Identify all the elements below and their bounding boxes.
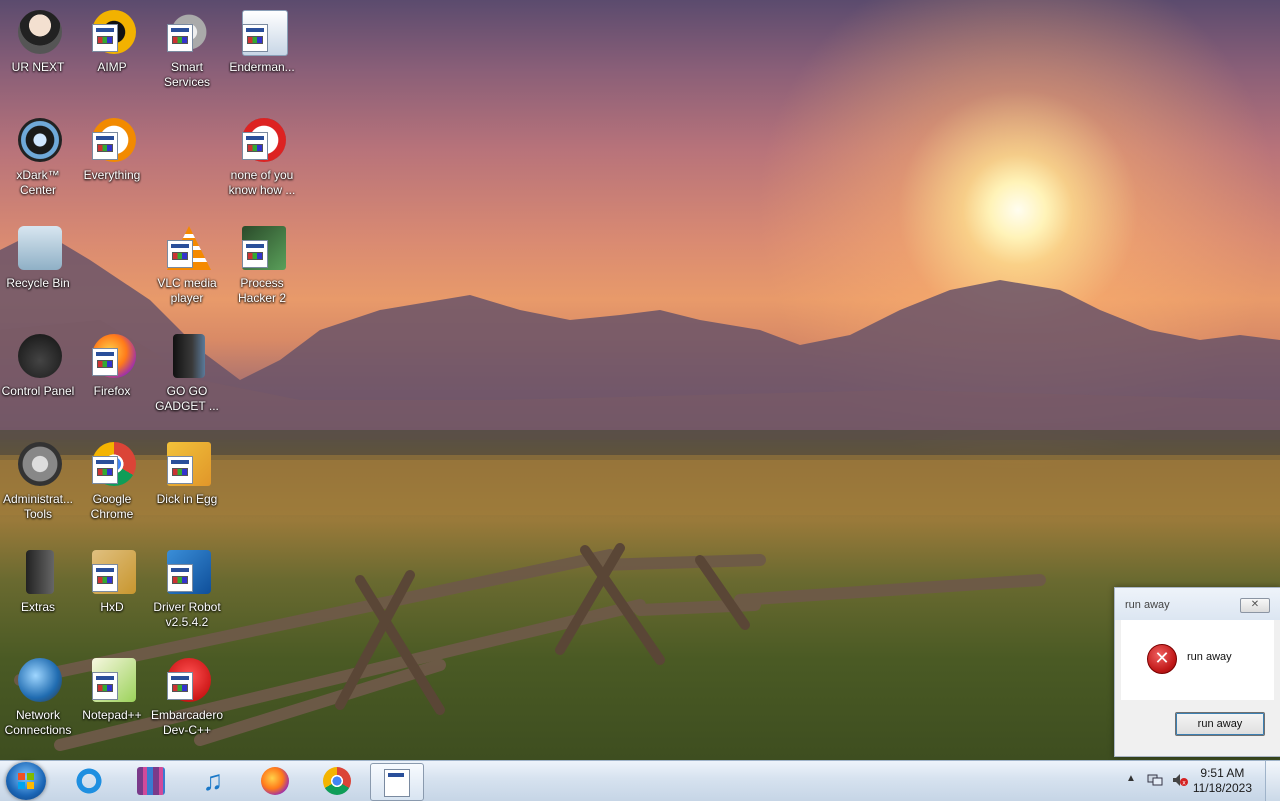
taskbar-music[interactable]: ♫ xyxy=(186,763,240,799)
chrome-icon xyxy=(323,767,351,795)
character-icon xyxy=(18,10,62,54)
windows-start-icon xyxy=(18,773,34,789)
taskbar-firefox[interactable] xyxy=(248,763,302,799)
desktop-icon-google-chrome[interactable]: Google Chrome xyxy=(74,440,150,522)
desktop-icon-vlc[interactable]: VLC media player xyxy=(149,224,225,306)
show-hidden-icons-button[interactable]: ▲ xyxy=(1126,773,1136,784)
recycle-bin-icon xyxy=(18,226,62,270)
clock-time: 9:51 AM xyxy=(1200,766,1245,780)
desktop-icon-go-go-gadget[interactable]: GO GO GADGET ... xyxy=(149,332,225,414)
desktop-icon-firefox[interactable]: Firefox xyxy=(74,332,150,399)
desktop-icon-control-panel[interactable]: Control Panel xyxy=(0,332,76,399)
desktop-icon-admin-tools[interactable]: Administrat... Tools xyxy=(0,440,76,522)
desktop-icon-xdark-center[interactable]: xDark™ Center xyxy=(0,116,76,198)
desktop-icon-dev-cpp[interactable]: Embarcadero Dev-C++ xyxy=(149,656,225,738)
desktop-icon-enderman[interactable]: Enderman... xyxy=(224,8,300,75)
desktop-icon-smart-services[interactable]: Smart Services xyxy=(149,8,225,90)
desktop-icon-driver-robot[interactable]: Driver Robot v2.5.4.2 xyxy=(149,548,225,630)
desktop-icon-recycle-bin[interactable]: Recycle Bin xyxy=(0,224,76,291)
error-dialog[interactable]: run away ✕ ✕ run away run away xyxy=(1114,587,1280,757)
start-button[interactable] xyxy=(6,762,46,800)
desktop-icon-dick-in-egg[interactable]: Dick in Egg xyxy=(149,440,225,507)
taskbar-chrome[interactable] xyxy=(310,763,364,799)
taskbar-active-program[interactable] xyxy=(370,763,424,801)
volume-muted-icon[interactable]: x xyxy=(1172,773,1188,787)
system-clock[interactable]: 9:51 AM 11/18/2023 xyxy=(1193,766,1252,796)
network-tray-icon[interactable] xyxy=(1147,773,1163,787)
taskbar-internet-explorer[interactable] xyxy=(62,763,116,799)
dialog-message: run away xyxy=(1187,651,1232,663)
desktop-icon-process-hacker[interactable]: Process Hacker 2 xyxy=(224,224,300,306)
desktop-icon-ur-next[interactable]: UR NEXT xyxy=(0,8,76,75)
desktop-icon-aimp[interactable]: AIMP xyxy=(74,8,150,75)
extras-icon xyxy=(26,550,54,594)
taskbar: ♫ ▲ x 9:51 AM 11/18/2023 xyxy=(0,760,1280,801)
show-desktop-button[interactable] xyxy=(1265,761,1280,801)
desktop-icon-hxd[interactable]: HxD xyxy=(74,548,150,615)
desktop-icon-everything[interactable]: Everything xyxy=(74,116,150,183)
run-away-button[interactable]: run away xyxy=(1175,712,1265,736)
desktop-icon-none-of-you-know[interactable]: none of you know how ... xyxy=(224,116,300,198)
desktop-icon-extras[interactable]: Extras xyxy=(0,548,76,615)
control-panel-icon xyxy=(18,334,62,378)
desktop: UR NEXT xDark™ Center Recycle Bin Contro… xyxy=(0,0,1280,760)
program-icon xyxy=(173,334,205,378)
winrar-icon xyxy=(137,767,165,795)
dialog-body: ✕ run away xyxy=(1121,620,1274,700)
internet-explorer-icon xyxy=(75,767,103,795)
svg-text:x: x xyxy=(1182,780,1186,787)
music-icon: ♫ xyxy=(202,765,224,796)
dialog-titlebar[interactable]: run away ✕ xyxy=(1115,588,1280,620)
error-icon: ✕ xyxy=(1147,644,1177,674)
close-button[interactable]: ✕ xyxy=(1240,598,1270,613)
network-icon xyxy=(18,658,62,702)
dialog-title: run away xyxy=(1125,599,1170,611)
program-icon xyxy=(384,769,410,797)
close-icon: ✕ xyxy=(1250,599,1260,610)
desktop-icon-network-connections[interactable]: Network Connections xyxy=(0,656,76,738)
taskbar-winrar[interactable] xyxy=(124,763,178,799)
clock-date: 11/18/2023 xyxy=(1192,781,1252,795)
admin-tools-icon xyxy=(18,442,62,486)
firefox-icon xyxy=(261,767,289,795)
xdark-icon xyxy=(18,118,62,162)
desktop-icon-notepad-plus-plus[interactable]: Notepad++ xyxy=(74,656,150,723)
